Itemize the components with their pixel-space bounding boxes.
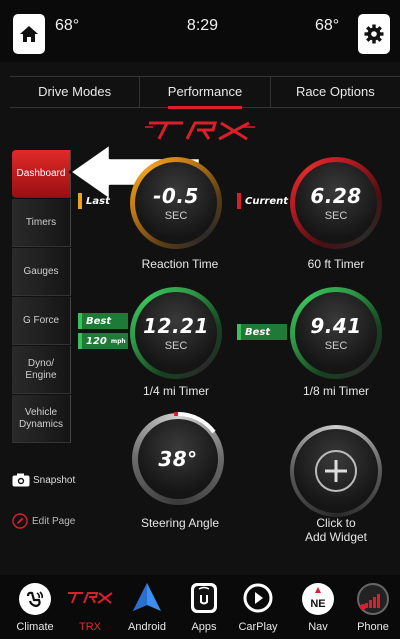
quarter-speed-value: 120 (86, 335, 107, 347)
tag-stripe (78, 193, 82, 209)
settings-button[interactable] (358, 14, 390, 54)
tag-stripe (237, 193, 241, 209)
home-button[interactable] (13, 14, 45, 54)
clock: 8:29 (186, 17, 219, 34)
reaction-tag: Last (78, 193, 110, 209)
eighth-unit: SEC (324, 340, 348, 352)
add-widget-caption-line1: Click to (316, 516, 356, 530)
dock-nav[interactable]: NE Nav (293, 575, 343, 639)
reaction-unit: SEC (164, 210, 188, 222)
dock-phone[interactable]: Phone (348, 575, 398, 639)
gauge-face: -0.5 SEC (135, 162, 217, 244)
sixty-ft-value: 6.28 (310, 184, 362, 208)
eighth-best-tag: Best (237, 324, 287, 340)
quarter-speed-tag: 120 mph (78, 333, 128, 349)
plus-icon (315, 450, 357, 492)
quarter-value: 12.21 (143, 314, 209, 338)
tag-stripe (237, 324, 241, 340)
gauge-face: 9.41 SEC (295, 292, 377, 374)
dock-label-trx: TRX (79, 621, 101, 633)
dock-trx[interactable]: TRX (65, 575, 115, 639)
steering-caption: Steering Angle (140, 516, 220, 530)
quarter-best-tag: Best (78, 313, 128, 329)
tag-stripe (78, 313, 82, 329)
quarter-caption: 1/4 mi Timer (142, 384, 209, 398)
quarter-speed-unit: mph (110, 337, 126, 345)
dock-android[interactable]: Android (122, 575, 172, 639)
side-item-g-force[interactable]: G Force (12, 297, 71, 345)
side-item-dashboard[interactable]: Dashboard (12, 150, 71, 198)
reaction-tag-label: Last (86, 195, 110, 207)
sixty-ft-tag: Current (237, 193, 288, 209)
dock-label-phone: Phone (357, 621, 389, 633)
trx-logo-icon (68, 592, 113, 604)
quarter-mile-gauge[interactable]: 12.21 SEC (130, 287, 222, 379)
dock-label-nav: Nav (308, 621, 328, 633)
android-auto-icon (133, 583, 161, 611)
side-item-gauges[interactable]: Gauges (12, 248, 71, 296)
edit-icon (12, 513, 28, 529)
temperature-right[interactable]: 68° (315, 17, 339, 35)
dock-apps[interactable]: Apps (179, 575, 229, 639)
tag-stripe (78, 333, 82, 349)
snapshot-label: Snapshot (33, 474, 76, 486)
quarter-tag-label: Best (86, 315, 112, 327)
reaction-value: -0.5 (153, 184, 199, 208)
add-widget-caption-line2: Add Widget (304, 530, 368, 544)
eighth-mile-gauge[interactable]: 9.41 SEC (290, 287, 382, 379)
top-tabs: Drive Modes Performance Race Options (10, 76, 400, 109)
add-widget-button[interactable] (290, 425, 382, 517)
dock-label-apps: Apps (191, 621, 217, 633)
edit-page-button[interactable]: Edit Page (12, 510, 78, 532)
phone-signal-icon (357, 583, 389, 615)
status-bar: 68° 8:29 68° (0, 0, 400, 62)
climate-icon (19, 583, 51, 615)
eighth-value: 9.41 (310, 314, 362, 338)
carplay-icon (243, 583, 273, 613)
gear-icon (364, 24, 384, 44)
dock-label-android: Android (128, 621, 166, 633)
edit-page-label: Edit Page (32, 515, 76, 527)
side-menu: Dashboard Timers Gauges G Force Dyno/ En… (12, 150, 71, 445)
dock-carplay[interactable]: CarPlay (233, 575, 283, 639)
home-icon (20, 26, 38, 42)
eighth-caption: 1/8 mi Timer (302, 384, 369, 398)
bottom-dock: Climate TRX Android Apps CarPlay NE Nav … (0, 575, 400, 639)
sixty-ft-unit: SEC (324, 210, 348, 222)
eighth-tag-label: Best (245, 326, 271, 338)
tab-race-options[interactable]: Race Options (269, 77, 400, 107)
snapshot-button[interactable]: Snapshot (12, 468, 78, 492)
add-widget-caption: Click to Add Widget (276, 516, 396, 544)
tab-performance[interactable]: Performance (139, 77, 269, 109)
quarter-unit: SEC (164, 340, 188, 352)
dock-label-carplay: CarPlay (238, 621, 278, 633)
gauge-face: 6.28 SEC (295, 162, 377, 244)
side-item-dyno-engine[interactable]: Dyno/ Engine (12, 346, 71, 394)
nav-heading: NE (310, 598, 325, 610)
sixty-ft-gauge[interactable]: 6.28 SEC (290, 157, 382, 249)
dock-label-climate: Climate (16, 621, 54, 633)
side-item-timers[interactable]: Timers (12, 199, 71, 247)
sixty-ft-tag-label: Current (245, 195, 289, 207)
gauge-face: 12.21 SEC (135, 292, 217, 374)
steering-angle-gauge[interactable]: 38° (132, 411, 224, 505)
reaction-caption: Reaction Time (141, 257, 219, 271)
temperature-left[interactable]: 68° (55, 17, 79, 35)
sixty-ft-caption: 60 ft Timer (307, 257, 365, 271)
reaction-time-gauge[interactable]: -0.5 SEC (130, 157, 222, 249)
camera-icon (12, 473, 30, 487)
dock-climate[interactable]: Climate (10, 575, 60, 639)
side-item-vehicle-dynamics[interactable]: Vehicle Dynamics (12, 395, 71, 443)
screen: 68° 8:29 68° Drive Modes Performance Rac… (0, 0, 400, 639)
gauge-face: 38° (138, 419, 218, 499)
apps-icon (191, 583, 217, 613)
compass-icon: NE (302, 583, 334, 615)
steering-value: 38° (158, 447, 198, 471)
tab-drive-modes[interactable]: Drive Modes (10, 77, 139, 107)
gauge-face (294, 429, 378, 513)
